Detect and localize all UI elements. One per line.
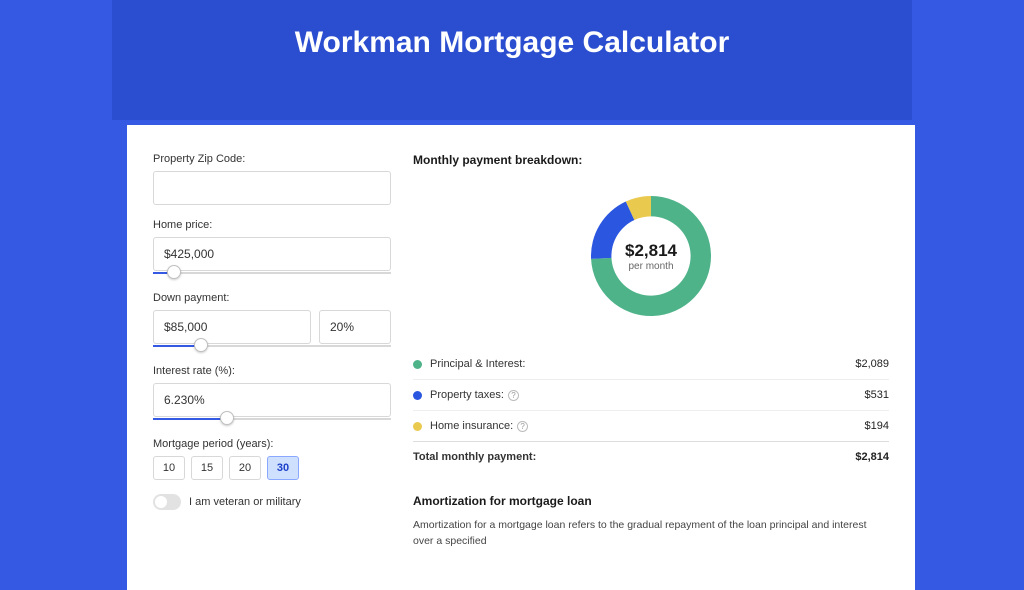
breakdown-title: Monthly payment breakdown:: [413, 153, 889, 167]
slider-fill: [153, 418, 227, 420]
help-icon[interactable]: ?: [517, 421, 528, 432]
down-payment-slider[interactable]: [153, 343, 391, 351]
yellow-dot-icon: [413, 422, 422, 431]
form-column: Property Zip Code: Home price: Down paym…: [153, 153, 391, 550]
home-price-field: Home price:: [153, 219, 391, 278]
amortization-text: Amortization for a mortgage loan refers …: [413, 518, 889, 550]
legend-label: Principal & Interest:: [430, 358, 855, 370]
legend-value: $194: [865, 420, 889, 432]
help-icon[interactable]: ?: [508, 390, 519, 401]
zip-field: Property Zip Code:: [153, 153, 391, 205]
veteran-label: I am veteran or military: [189, 496, 301, 508]
interest-field: Interest rate (%):: [153, 365, 391, 424]
down-payment-label: Down payment:: [153, 292, 391, 304]
legend-value: $2,089: [855, 358, 889, 370]
period-label: Mortgage period (years):: [153, 438, 391, 450]
page-title: Workman Mortgage Calculator: [112, 0, 912, 60]
down-payment-input[interactable]: [153, 310, 311, 344]
header-band: Workman Mortgage Calculator: [112, 0, 912, 120]
toggle-knob: [155, 496, 167, 508]
slider-thumb[interactable]: [194, 338, 208, 352]
calculator-panel: Property Zip Code: Home price: Down paym…: [127, 125, 915, 590]
legend-row: Principal & Interest:$2,089: [413, 349, 889, 379]
slider-thumb[interactable]: [220, 411, 234, 425]
slider-thumb[interactable]: [167, 265, 181, 279]
period-field: Mortgage period (years): 10152030: [153, 438, 391, 480]
legend: Principal & Interest:$2,089Property taxe…: [413, 349, 889, 441]
down-payment-field: Down payment:: [153, 292, 391, 351]
donut-chart: $2,814 per month: [413, 181, 889, 331]
slider-track: [153, 272, 391, 274]
zip-input[interactable]: [153, 171, 391, 205]
donut: $2,814 per month: [588, 193, 714, 319]
legend-row: Home insurance: ?$194: [413, 410, 889, 441]
period-btn-30[interactable]: 30: [267, 456, 299, 480]
home-price-label: Home price:: [153, 219, 391, 231]
amortization-block: Amortization for mortgage loan Amortizat…: [413, 494, 889, 550]
interest-slider[interactable]: [153, 416, 391, 424]
amortization-title: Amortization for mortgage loan: [413, 494, 889, 508]
veteran-row: I am veteran or military: [153, 494, 391, 510]
breakdown-column: Monthly payment breakdown: $2,814 per mo…: [413, 153, 889, 550]
legend-label: Home insurance: ?: [430, 420, 865, 432]
interest-label: Interest rate (%):: [153, 365, 391, 377]
donut-amount: $2,814: [625, 241, 677, 261]
period-btn-20[interactable]: 20: [229, 456, 261, 480]
period-btn-10[interactable]: 10: [153, 456, 185, 480]
veteran-toggle[interactable]: [153, 494, 181, 510]
total-row: Total monthly payment: $2,814: [413, 441, 889, 472]
donut-center: $2,814 per month: [588, 193, 714, 319]
blue-dot-icon: [413, 391, 422, 400]
interest-input[interactable]: [153, 383, 391, 417]
total-value: $2,814: [855, 451, 889, 463]
period-btn-15[interactable]: 15: [191, 456, 223, 480]
down-payment-pct-input[interactable]: [319, 310, 391, 344]
donut-sub: per month: [628, 261, 673, 272]
home-price-input[interactable]: [153, 237, 391, 271]
home-price-slider[interactable]: [153, 270, 391, 278]
legend-label: Property taxes: ?: [430, 389, 865, 401]
green-dot-icon: [413, 360, 422, 369]
period-row: 10152030: [153, 456, 391, 480]
total-label: Total monthly payment:: [413, 451, 855, 463]
legend-value: $531: [865, 389, 889, 401]
legend-row: Property taxes: ?$531: [413, 379, 889, 410]
zip-label: Property Zip Code:: [153, 153, 391, 165]
down-payment-row: [153, 310, 391, 344]
